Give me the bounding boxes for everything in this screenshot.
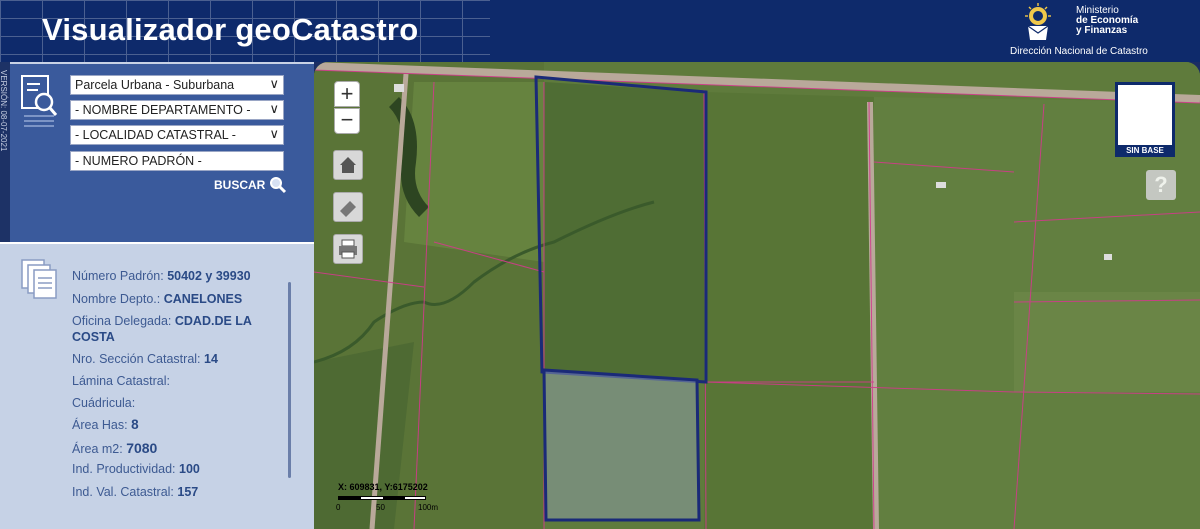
department-select[interactable]: - NOMBRE DEPARTAMENTO - ∨ (70, 100, 284, 120)
parcel-type-select[interactable]: Parcela Urbana - Suburbana ∨ (70, 75, 284, 95)
print-button[interactable] (333, 234, 363, 264)
home-icon (340, 157, 356, 173)
info-row-padron: Número Padrón: 50402 y 39930 (72, 269, 251, 283)
info-value: 50402 y 39930 (167, 269, 251, 283)
chevron-down-icon: ∨ (269, 101, 279, 116)
zoom-out-button[interactable]: − (334, 108, 360, 134)
page-title: Visualizador geoCatastro (42, 12, 419, 47)
info-row-val-catastral: Ind. Val. Catastral: 157 (72, 485, 198, 499)
department-name: Dirección Nacional de Catastro (1010, 46, 1148, 57)
scale-label-50: 50 (376, 503, 385, 512)
info-value: CDAD.DE LA (174, 314, 252, 328)
info-row-productividad: Ind. Productividad: 100 (72, 462, 200, 476)
map-view[interactable]: + − SIN BASE ? X: 609831, Y:6175202 0 50… (314, 62, 1200, 529)
printer-icon (339, 239, 357, 259)
basemap-label: SIN BASE (1115, 145, 1175, 157)
info-row-depto: Nombre Depto.: CANELONES (72, 292, 242, 306)
search-button[interactable]: BUSCAR (214, 176, 287, 194)
info-label: Área m2: (72, 442, 123, 456)
aerial-map-layer (314, 62, 1200, 529)
info-label: Lámina Catastral: (72, 374, 170, 388)
department-value: - NOMBRE DEPARTAMENTO - (75, 103, 251, 117)
info-label: Nro. Sección Catastral: (72, 352, 201, 366)
help-button[interactable]: ? (1146, 170, 1176, 200)
info-value: 157 (177, 485, 199, 499)
info-row-area-has: Área Has: 8 (72, 417, 139, 432)
app-header: Visualizador geoCatastro Ministerio de E… (0, 0, 1200, 62)
eraser-icon (340, 201, 356, 217)
info-row-oficina-cont: COSTA (72, 330, 115, 344)
info-row-oficina: Oficina Delegada: CDAD.DE LA (72, 314, 252, 328)
info-row-seccion: Nro. Sección Catastral: 14 (72, 352, 218, 366)
chevron-down-icon: ∨ (269, 76, 279, 91)
scale-bar (338, 496, 426, 500)
info-value: 8 (131, 417, 139, 432)
eraser-button[interactable] (333, 192, 363, 222)
info-row-cuadricula: Cuádricula: (72, 396, 135, 410)
home-button[interactable] (333, 150, 363, 180)
chevron-down-icon: ∨ (269, 126, 279, 141)
locality-value: - LOCALIDAD CATASTRAL - (75, 128, 236, 142)
magnifier-icon (270, 177, 287, 194)
info-label: Nombre Depto.: (72, 292, 161, 306)
padron-placeholder: - NUMERO PADRÓN - (75, 154, 202, 168)
info-value: CANELONES (163, 292, 243, 306)
info-label: Número Padrón: (72, 269, 164, 283)
info-label: Ind. Productividad: (72, 462, 176, 476)
ministry-name: Ministerio de Economía y Finanzas (1076, 6, 1138, 36)
info-label: Área Has: (72, 418, 128, 432)
info-value: COSTA (72, 330, 115, 344)
info-scrollbar[interactable] (288, 282, 291, 478)
locality-select[interactable]: - LOCALIDAD CATASTRAL - ∨ (70, 125, 284, 145)
info-row-area-m2: Área m2: 7080 (72, 440, 157, 456)
info-label: Ind. Val. Catastral: (72, 485, 174, 499)
ministry-line-3: y Finanzas (1076, 25, 1128, 36)
parcel-type-value: Parcela Urbana - Suburbana (75, 78, 235, 92)
info-row-lamina: Lámina Catastral: (72, 374, 170, 388)
info-label: Cuádricula: (72, 396, 136, 410)
padron-number-input[interactable]: - NUMERO PADRÓN - (70, 151, 284, 171)
version-label: VERSIÓN: 08-07-2021 (0, 70, 8, 152)
scale-label-0: 0 (336, 503, 341, 512)
search-button-label: BUSCAR (214, 178, 266, 192)
info-value: 14 (204, 352, 218, 366)
zoom-in-button[interactable]: + (334, 81, 360, 107)
coordinate-readout: X: 609831, Y:6175202 (338, 482, 428, 492)
document-search-icon (21, 75, 58, 127)
scale-label-100m: 100m (418, 503, 439, 512)
info-label: Oficina Delegada: (72, 314, 172, 328)
documents-icon (21, 259, 57, 299)
info-value: 100 (179, 462, 200, 476)
info-value: 7080 (126, 440, 158, 456)
ministry-logo-icon (1025, 3, 1051, 40)
